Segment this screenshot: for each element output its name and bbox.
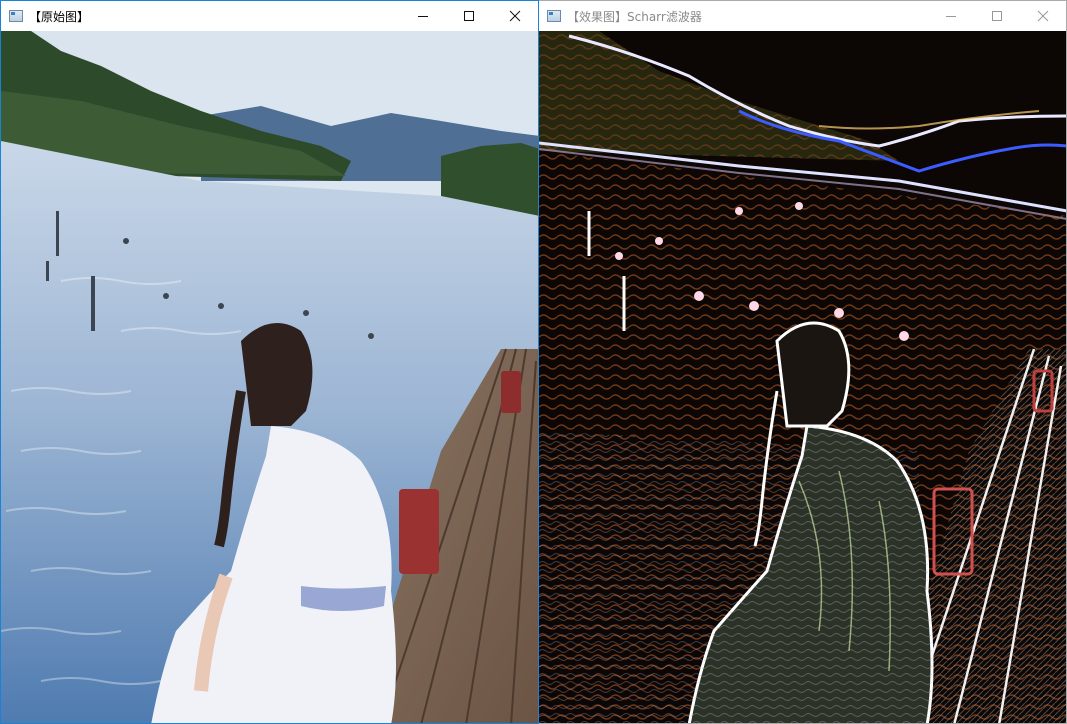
close-icon (1037, 10, 1049, 22)
minimize-button[interactable] (400, 1, 446, 31)
effect-image (539, 31, 1066, 723)
original-image (1, 31, 538, 723)
minimize-icon (418, 16, 428, 17)
maximize-button[interactable] (974, 1, 1020, 31)
maximize-button[interactable] (446, 1, 492, 31)
close-icon (509, 10, 521, 22)
original-photo-graphic (1, 31, 538, 723)
original-window-title: 【原始图】 (29, 9, 90, 24)
minimize-button[interactable] (928, 1, 974, 31)
window-app-icon (9, 10, 23, 22)
scharr-edge-graphic (539, 31, 1066, 723)
window-app-icon (547, 10, 561, 22)
maximize-icon (464, 11, 474, 21)
minimize-icon (946, 16, 956, 17)
close-button[interactable] (492, 1, 538, 31)
effect-image-window[interactable]: 【效果图】Scharr滤波器 (539, 0, 1067, 724)
original-window-titlebar[interactable]: 【原始图】 (1, 1, 538, 31)
effect-window-title: 【效果图】Scharr滤波器 (567, 9, 702, 24)
effect-window-titlebar[interactable]: 【效果图】Scharr滤波器 (539, 1, 1066, 31)
maximize-icon (992, 11, 1002, 21)
close-button[interactable] (1020, 1, 1066, 31)
original-image-window[interactable]: 【原始图】 (0, 0, 539, 724)
